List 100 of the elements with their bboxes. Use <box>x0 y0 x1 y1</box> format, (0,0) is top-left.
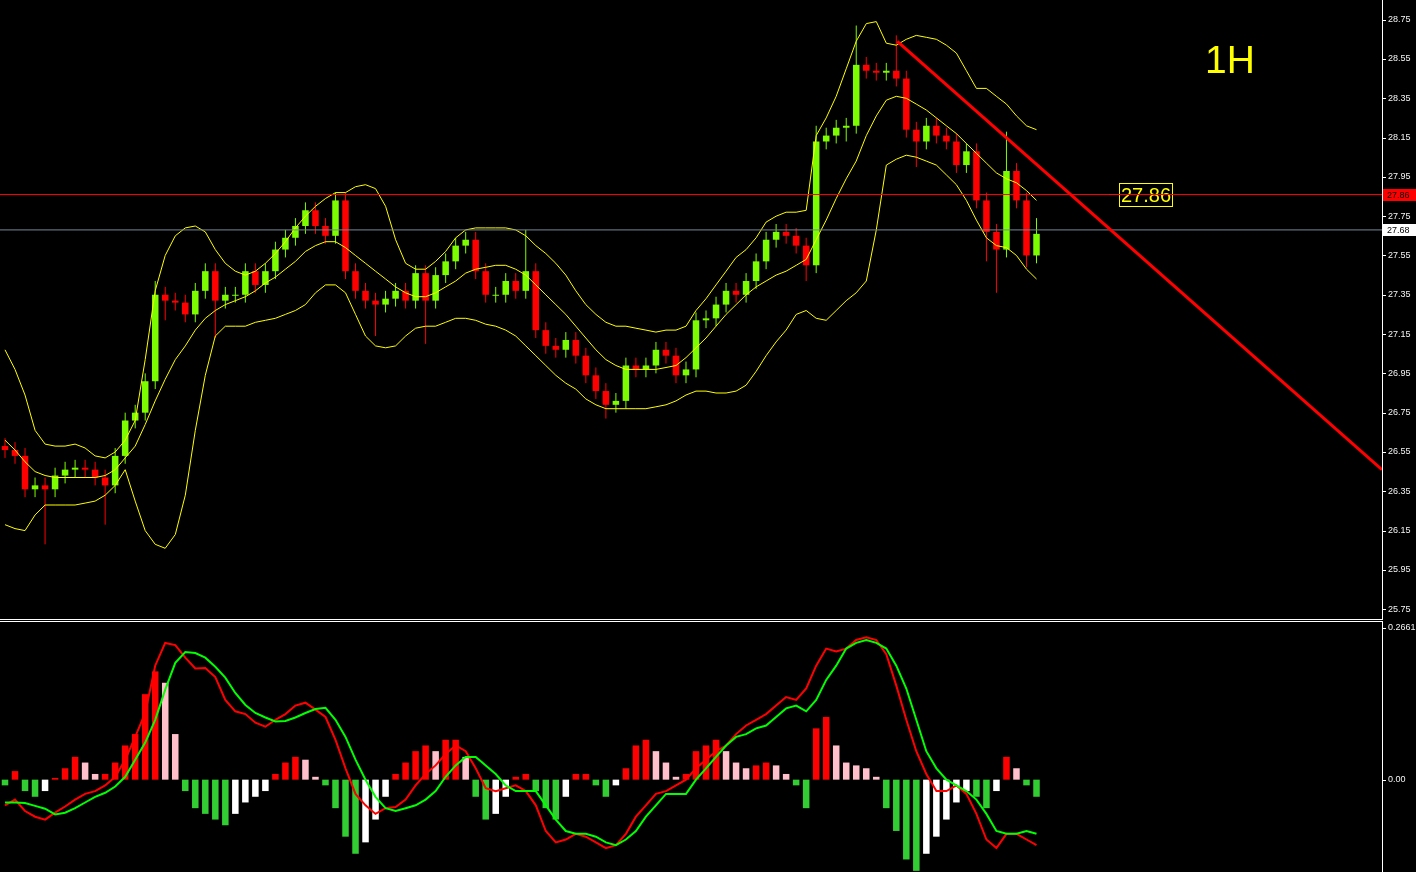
candlestick <box>642 357 650 378</box>
candlestick <box>742 272 750 304</box>
candlestick <box>863 56 870 80</box>
candlestick <box>1013 162 1020 209</box>
axis-label: 27.75 <box>1388 210 1411 222</box>
candlestick <box>512 272 519 300</box>
candlestick <box>883 62 890 82</box>
axis-label: 25.75 <box>1388 603 1411 615</box>
candlestick <box>572 331 580 365</box>
candlestick <box>302 201 309 235</box>
candlestick <box>101 469 109 526</box>
candlestick <box>672 347 680 384</box>
axis-label: 28.75 <box>1388 14 1411 26</box>
axis-label: 27.35 <box>1388 289 1411 301</box>
candlestick <box>762 231 770 270</box>
candlestick <box>772 223 780 249</box>
axis-label: 0.00 <box>1388 774 1406 786</box>
axis-label: 26.15 <box>1388 525 1411 537</box>
axis-label: 27.55 <box>1388 249 1411 261</box>
candlestick <box>472 231 479 280</box>
candlestick <box>953 133 960 174</box>
candlestick <box>402 282 409 309</box>
candlestick <box>442 253 449 284</box>
candlestick <box>21 447 29 498</box>
candlestick <box>332 192 339 245</box>
timeframe-label: 1H <box>1205 40 1255 80</box>
candlestick <box>111 447 119 494</box>
candlestick <box>222 286 229 309</box>
candlestick <box>71 459 79 478</box>
candlestick <box>622 357 630 410</box>
axis-label: 26.75 <box>1388 407 1411 419</box>
candlestick <box>1 437 9 459</box>
candlestick <box>662 341 670 365</box>
candlestick <box>722 282 730 313</box>
axis-label: 28.35 <box>1388 92 1411 104</box>
candlestick <box>923 117 930 150</box>
candlestick <box>732 282 740 304</box>
candlestick <box>692 311 700 378</box>
candlestick <box>242 262 249 304</box>
candlestick <box>272 241 279 280</box>
candlestick <box>973 142 980 209</box>
candlestick <box>262 262 269 294</box>
candlestick <box>602 382 610 420</box>
candlestick <box>51 467 59 498</box>
candlestick <box>802 237 810 282</box>
candlestick <box>382 290 389 313</box>
candlestick <box>292 217 299 247</box>
candlestick <box>782 223 790 245</box>
candlestick <box>432 266 439 309</box>
candlestick <box>522 229 529 300</box>
candlestick <box>282 229 289 258</box>
axis-label: 26.95 <box>1388 367 1411 379</box>
candlestick <box>792 227 800 254</box>
candlestick <box>322 217 329 245</box>
candlestick <box>1033 217 1040 264</box>
candlestick <box>822 127 830 150</box>
candlestick <box>492 286 499 304</box>
candlestick <box>712 296 720 327</box>
candlestick <box>252 262 259 294</box>
candlestick <box>172 292 179 311</box>
candlestick <box>612 392 620 414</box>
candlestick <box>552 337 560 359</box>
candlestick <box>232 286 239 304</box>
candlestick <box>192 282 199 323</box>
candlestick <box>592 366 600 400</box>
axis-label: 27.15 <box>1388 328 1411 340</box>
candlestick <box>312 201 319 235</box>
candlestick <box>832 119 840 144</box>
candlestick <box>632 357 640 378</box>
candlestick <box>121 412 129 465</box>
candlestick <box>61 461 69 484</box>
candlestick <box>893 34 900 87</box>
candlestick <box>842 117 850 142</box>
candlestick <box>682 361 690 384</box>
candlestick <box>943 127 950 150</box>
candlestick <box>462 231 469 254</box>
axis-label: 28.55 <box>1388 53 1411 65</box>
candlestick <box>202 262 209 300</box>
candlestick <box>482 262 489 304</box>
candlestick <box>352 262 359 300</box>
candlestick <box>452 237 459 270</box>
candlestick <box>752 253 760 290</box>
candlestick <box>141 372 149 422</box>
candlestick <box>182 294 189 323</box>
candlestick <box>131 404 139 429</box>
candlestick <box>412 264 419 309</box>
candlestick <box>81 459 89 478</box>
candlestick <box>913 121 920 168</box>
candlestick <box>562 331 570 359</box>
candlestick <box>963 142 970 174</box>
candlestick <box>983 192 990 262</box>
candlestick <box>582 347 590 384</box>
axis-label: 27.95 <box>1388 171 1411 183</box>
candlestick <box>41 477 49 545</box>
candlestick <box>162 286 169 321</box>
candlestick <box>993 223 1000 294</box>
candlestick <box>11 441 19 465</box>
candlestick <box>502 272 509 304</box>
candlestick <box>702 310 710 329</box>
candlestick <box>91 461 99 486</box>
